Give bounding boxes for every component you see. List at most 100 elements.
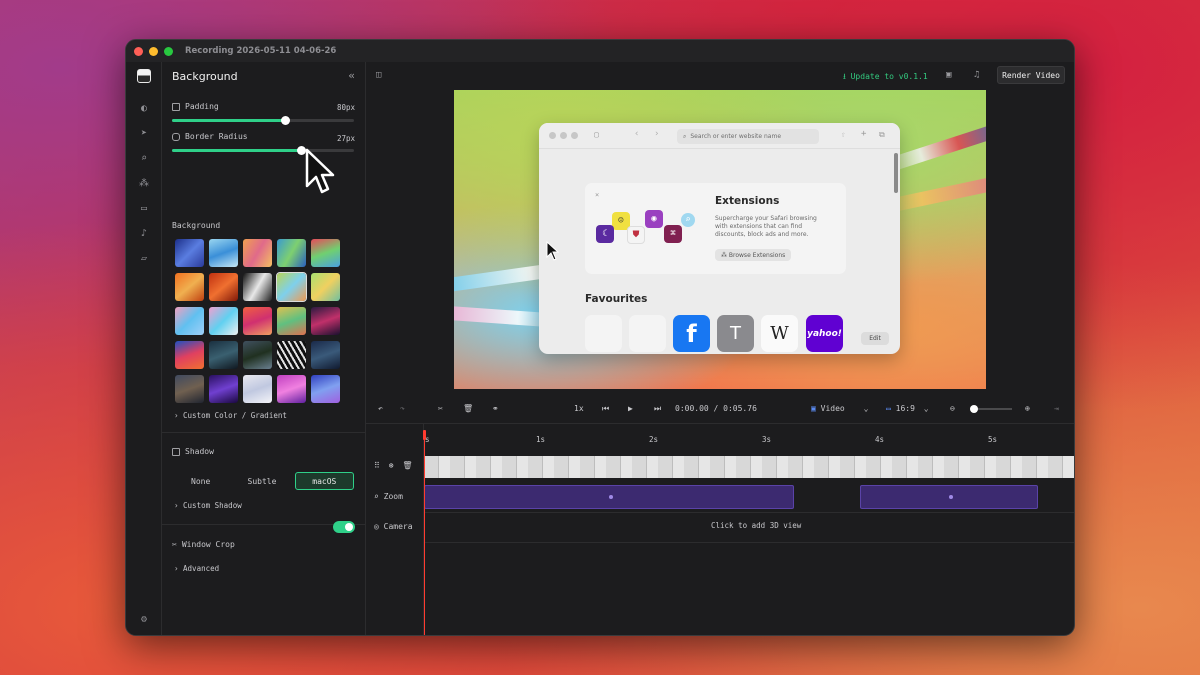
play-icon[interactable]: ▶ xyxy=(628,404,633,413)
folder-icon[interactable]: ▱ xyxy=(136,250,152,266)
background-thumbnail[interactable] xyxy=(243,341,272,369)
safari-back-icon: ‹ xyxy=(634,129,640,139)
link-icon[interactable]: ⚭ xyxy=(492,404,499,413)
border-radius-icon xyxy=(172,132,180,141)
background-thumbnail[interactable] xyxy=(175,273,204,301)
browse-extensions-button: ⁂ Browse Extensions xyxy=(715,249,792,261)
track-separator xyxy=(424,512,1074,513)
timeline-zoom-slider[interactable] xyxy=(970,405,1012,413)
extension-search-icon: ⌕ xyxy=(681,213,695,227)
window-crop-toggle[interactable] xyxy=(333,521,355,533)
safari-scrollbar xyxy=(894,153,898,193)
aspect-selector-label: 16:9 xyxy=(895,404,915,413)
background-thumbnail[interactable] xyxy=(277,341,306,369)
collapse-panel-icon[interactable]: « xyxy=(348,69,355,82)
shapes-icon[interactable]: ⁂ xyxy=(136,175,152,191)
background-thumbnail[interactable] xyxy=(311,239,340,267)
save-icon[interactable]: ▣ xyxy=(946,70,951,80)
shadow-option-subtle[interactable]: Subtle xyxy=(233,472,290,490)
drag-handle-icon[interactable]: ⠿ xyxy=(374,461,380,470)
sidebar-toggle-icon[interactable]: ◫ xyxy=(376,70,381,80)
zoom-segment[interactable] xyxy=(424,485,794,509)
shadow-option-none[interactable]: None xyxy=(172,472,229,490)
background-thumbnail[interactable] xyxy=(209,375,238,403)
background-thumbnail[interactable] xyxy=(311,273,340,301)
laptop-icon[interactable]: ▭ xyxy=(136,200,152,216)
background-thumbnail[interactable] xyxy=(209,341,238,369)
top-toolbar: ◫ ⭳ Update to v0.1.1 ▣ ♫ Render Video xyxy=(366,62,1074,90)
background-thumbnail[interactable] xyxy=(243,239,272,267)
gear-icon[interactable]: ⚙ xyxy=(136,611,152,627)
playhead[interactable] xyxy=(424,438,425,635)
background-thumbnail[interactable] xyxy=(311,375,340,403)
trash-icon[interactable]: 🗑 xyxy=(463,404,473,413)
timeline: ⠿ ⊛ 🗑 ⌕ Zoom ◎ Camera s 1s 2s 3s 4s 5s C… xyxy=(366,423,1074,635)
magnifier-icon[interactable]: ⌕ xyxy=(136,150,152,166)
render-video-button[interactable]: Render Video xyxy=(997,66,1065,84)
fit-icon[interactable]: ⇥ xyxy=(1054,404,1059,413)
source-selector[interactable]: ▣ Video ⌄ xyxy=(811,404,868,413)
zoom-segment[interactable] xyxy=(860,485,1038,509)
background-thumbnail[interactable] xyxy=(311,341,340,369)
camera-track-hint[interactable]: Click to add 3D view xyxy=(711,521,801,530)
background-thumbnail-selected[interactable] xyxy=(276,272,307,302)
update-link[interactable]: ⭳ Update to v0.1.1 xyxy=(843,71,928,85)
cursor-icon[interactable]: ➤ xyxy=(136,125,152,141)
skip-forward-icon[interactable]: ⏭ xyxy=(654,404,661,414)
shadow-option-macos[interactable]: macOS xyxy=(294,472,354,490)
background-thumbnail[interactable] xyxy=(311,307,340,335)
add-track-icon[interactable]: ⊛ xyxy=(389,461,394,470)
background-thumbnail[interactable] xyxy=(209,273,238,301)
padding-label: Padding xyxy=(185,102,219,111)
video-filmstrip[interactable] xyxy=(424,456,1074,478)
extension-command-icon: ⌘ xyxy=(664,225,682,243)
padding-slider-knob[interactable] xyxy=(280,116,290,125)
zoom-out-icon[interactable]: ⊖ xyxy=(950,404,955,413)
ruler-tick-4: 4s xyxy=(875,435,885,444)
background-thumbnail[interactable] xyxy=(277,307,306,335)
background-thumbnail[interactable] xyxy=(175,375,204,403)
background-thumbnail[interactable] xyxy=(243,273,272,301)
delete-track-icon[interactable]: 🗑 xyxy=(402,461,412,470)
background-thumbnail[interactable] xyxy=(175,341,204,369)
custom-color-gradient-link[interactable]: › Custom Color / Gradient xyxy=(174,411,287,420)
playback-controls: ↶ ↷ ✂ 🗑 ⚭ 1x ⏮ ▶ ⏭ 0:00.00 / 0:05.76 ▣ V… xyxy=(366,396,1074,420)
padding-slider[interactable] xyxy=(172,116,354,125)
zoom-window-button[interactable] xyxy=(164,46,173,56)
border-radius-value: 27px xyxy=(336,134,355,143)
background-thumbnail[interactable] xyxy=(243,375,272,403)
safari-zoom-dot xyxy=(571,132,578,139)
background-thumbnail[interactable] xyxy=(175,239,204,267)
timeline-zoom-knob[interactable] xyxy=(970,405,978,413)
background-thumbnail[interactable] xyxy=(175,307,204,335)
background-thumbnail[interactable] xyxy=(243,307,272,335)
advanced-link[interactable]: › Advanced xyxy=(174,564,219,573)
favourite-facebook-icon: f xyxy=(673,315,710,352)
zoom-in-icon[interactable]: ⊕ xyxy=(1025,404,1030,413)
undo-icon[interactable]: ↶ xyxy=(378,404,383,413)
background-thumbnail[interactable] xyxy=(277,375,306,403)
palette-icon[interactable]: ◐ xyxy=(136,100,152,116)
cut-icon[interactable]: ✂ xyxy=(438,404,443,413)
speed-selector[interactable]: 1x xyxy=(574,404,584,413)
minimize-window-button[interactable] xyxy=(149,46,158,56)
camera-track-label-text: Camera xyxy=(383,522,413,531)
redo-icon[interactable]: ↷ xyxy=(400,404,405,413)
microphone-icon[interactable]: ♪ xyxy=(136,225,152,241)
bell-icon[interactable]: ♫ xyxy=(974,70,979,80)
divider xyxy=(162,432,366,433)
custom-shadow-link[interactable]: › Custom Shadow xyxy=(174,501,242,510)
aspect-selector[interactable]: ▭ 16:9 ⌄ xyxy=(886,404,929,413)
background-thumbnail[interactable] xyxy=(209,239,238,267)
camera-icon: ◎ xyxy=(374,522,379,531)
titlebar: Recording 2026-05-11 04-06-26 xyxy=(126,40,1074,62)
border-radius-label: Border Radius xyxy=(185,132,248,141)
close-window-button[interactable] xyxy=(134,46,143,56)
video-preview[interactable]: ▢ ‹ › ⌕ Search or enter website name ⇧ +… xyxy=(454,90,986,389)
skip-back-icon[interactable]: ⏮ xyxy=(602,404,609,414)
background-thumbnail[interactable] xyxy=(277,239,306,267)
background-section-label: Background xyxy=(172,221,221,230)
border-radius-slider-fill xyxy=(172,149,302,152)
background-thumbnail[interactable] xyxy=(209,307,238,335)
ruler-tick-5: 5s xyxy=(988,435,998,444)
